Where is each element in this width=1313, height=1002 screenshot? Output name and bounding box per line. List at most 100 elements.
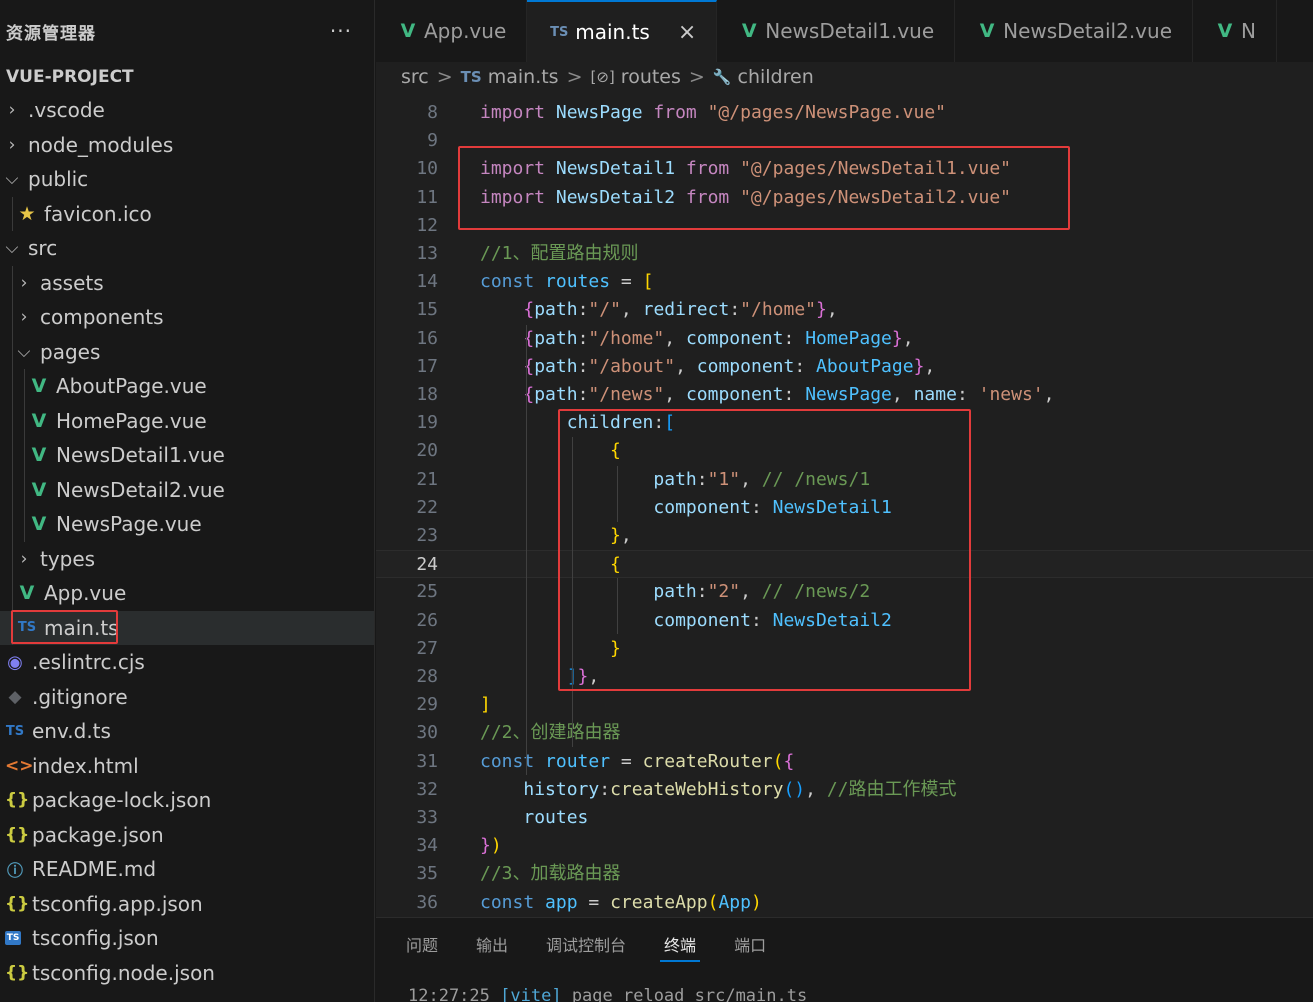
panel-tab[interactable]: 输出	[476, 918, 508, 970]
code-line[interactable]: 9	[376, 127, 1313, 155]
code-line[interactable]: 27 }	[376, 635, 1313, 663]
tree-folder[interactable]: › .vscode	[0, 93, 374, 128]
editor-tab[interactable]: V NewsDetail2.vue	[955, 0, 1193, 62]
tree-file[interactable]: V NewsDetail1.vue	[0, 438, 374, 473]
code-line[interactable]: 34})	[376, 832, 1313, 860]
code-line[interactable]: 31 const router = createRouter({	[376, 748, 1313, 776]
code-line[interactable]: 19 children:[	[376, 409, 1313, 437]
tree-file[interactable]: {} package.json	[0, 818, 374, 853]
tree-file[interactable]: V NewsDetail2.vue	[0, 472, 374, 507]
tree-file[interactable]: V App.vue	[0, 576, 374, 611]
panel-tab[interactable]: 调试控制台	[546, 918, 626, 970]
code-line[interactable]: 29]	[376, 691, 1313, 719]
breadcrumb-file[interactable]: main.ts	[488, 66, 559, 88]
tree-file[interactable]: {} tsconfig.app.json	[0, 887, 374, 922]
line-number: 28	[416, 666, 438, 687]
more-actions-icon[interactable]: ···	[330, 19, 352, 43]
tree-file[interactable]: {} package-lock.json	[0, 783, 374, 818]
code-line[interactable]: 30 //2、创建路由器	[376, 719, 1313, 747]
panel-tab[interactable]: 端口	[734, 918, 766, 970]
tree-file[interactable]: ★ favicon.ico	[0, 196, 374, 231]
tab-label: NewsDetail2.vue	[1003, 19, 1172, 43]
code-line[interactable]: 17 {path:"/about", component: AboutPage}…	[376, 353, 1313, 381]
chevron-right-icon[interactable]: ›	[5, 135, 19, 155]
code-line[interactable]: 10 import NewsDetail1 from "@/pages/NewsD…	[376, 155, 1313, 183]
tree-folder[interactable]: ⌵ pages	[0, 334, 374, 369]
tree-folder[interactable]: ⌵ src	[0, 231, 374, 266]
code-token: }	[816, 299, 827, 321]
code-line[interactable]: 21 path:"1", // /news/1	[376, 466, 1313, 494]
chevron-down-icon[interactable]: ⌵	[5, 169, 19, 189]
tree-folder[interactable]: › node_modules	[0, 128, 374, 163]
json-file-icon: {}	[5, 824, 30, 845]
line-number: 33	[416, 807, 438, 828]
line-number: 25	[416, 581, 438, 603]
editor-tab[interactable]: VN	[1193, 0, 1277, 62]
close-icon[interactable]: ×	[678, 20, 696, 45]
code-line[interactable]: 20 {	[376, 437, 1313, 465]
vue-file-icon: V	[19, 582, 35, 605]
code-line[interactable]: 23 },	[376, 522, 1313, 550]
code-line[interactable]: 13 //1、配置路由规则	[376, 240, 1313, 268]
code-line[interactable]: 11 import NewsDetail2 from "@/pages/NewsD…	[376, 184, 1313, 212]
code-line[interactable]: 8 import NewsPage from "@/pages/NewsPage.…	[376, 99, 1313, 127]
tree-file[interactable]: {} tsconfig.node.json	[0, 956, 374, 991]
panel-tab[interactable]: 终端	[660, 918, 701, 970]
code-line[interactable]: 24 {	[376, 550, 1313, 579]
chevron-right-icon[interactable]: ›	[17, 273, 31, 293]
code-line[interactable]: 28 ]},	[376, 663, 1313, 691]
ts-file-icon: TS	[460, 68, 482, 86]
code-line[interactable]: 14 const routes = [	[376, 268, 1313, 296]
tree-file[interactable]: ◉ .eslintrc.cjs	[0, 645, 374, 680]
tree-file[interactable]: TS main.ts	[0, 610, 374, 645]
chevron-right-icon[interactable]: ›	[17, 549, 31, 569]
vue-file-icon: V	[31, 478, 47, 501]
tree-folder[interactable]: › components	[0, 300, 374, 335]
project-root[interactable]: VUE-PROJECT	[0, 62, 374, 92]
code-line[interactable]: 33 routes	[376, 804, 1313, 832]
code-editor[interactable]: 36 const app = createApp(App) 35//3、加载路由器 3…	[376, 99, 1313, 917]
breadcrumb-separator: >	[566, 66, 583, 88]
tree-file[interactable]: V NewsPage.vue	[0, 507, 374, 542]
breadcrumb-routes[interactable]: routes	[621, 66, 681, 88]
code-line[interactable]: 36 const app = createApp(App)	[376, 889, 1313, 917]
tree-indent-guide	[24, 403, 25, 438]
code-line[interactable]: 32 history:createWebHistory(), //路由工作模式	[376, 776, 1313, 804]
code-token: }	[891, 327, 903, 349]
code-line[interactable]: 35 //3、加载路由器	[376, 860, 1313, 888]
code-line[interactable]: 18 {path:"/news", component: NewsPage, n…	[376, 381, 1313, 409]
breadcrumb-src[interactable]: src	[401, 66, 429, 88]
tree-folder[interactable]: › assets	[0, 265, 374, 300]
chevron-down-icon[interactable]: ⌵	[17, 342, 31, 362]
tree-file[interactable]: V AboutPage.vue	[0, 369, 374, 404]
tree-file[interactable]: <> index.html	[0, 749, 374, 784]
panel-tab[interactable]: 问题	[406, 918, 438, 970]
variable-icon: [⊘]	[590, 68, 615, 86]
code-token: const	[480, 271, 546, 293]
editor-tab[interactable]: TS main.ts ×	[527, 0, 718, 62]
tree-folder[interactable]: ⌵ public	[0, 162, 374, 197]
chevron-down-icon[interactable]: ⌵	[5, 238, 19, 258]
tree-file[interactable]: V HomePage.vue	[0, 403, 374, 438]
code-line[interactable]: 12	[376, 212, 1313, 240]
tree-file[interactable]: ⓘ README.md	[0, 852, 374, 887]
code-line[interactable]: 25 path:"2", // /news/2	[376, 578, 1313, 606]
breadcrumb-children[interactable]: children	[738, 66, 814, 88]
editor-tab[interactable]: V NewsDetail1.vue	[717, 0, 956, 62]
code-line[interactable]: 15 {path:"/", redirect:"/home"},	[376, 296, 1313, 324]
code-line[interactable]: 16 {path:"/home", component: HomePage},	[376, 325, 1313, 353]
tree-file[interactable]: TS tsconfig.json	[0, 921, 374, 956]
tree-folder[interactable]: › types	[0, 541, 374, 576]
tree-file[interactable]: TS env.d.ts	[0, 714, 374, 749]
code-line[interactable]: 26 component: NewsDetail2	[376, 607, 1313, 635]
chevron-right-icon[interactable]: ›	[5, 100, 19, 120]
line-code: {	[480, 437, 621, 465]
tree-file[interactable]: ◆ .gitignore	[0, 680, 374, 715]
terminal-output[interactable]: 12:27:25 [vite] page reload src/main.ts	[408, 986, 807, 1002]
editor-tab[interactable]: V App.vue	[376, 0, 528, 62]
code-line[interactable]: 22 component: NewsDetail1	[376, 494, 1313, 522]
code-token: "/"	[588, 299, 621, 321]
chevron-right-icon[interactable]: ›	[17, 307, 31, 327]
code-token: =	[620, 750, 643, 772]
